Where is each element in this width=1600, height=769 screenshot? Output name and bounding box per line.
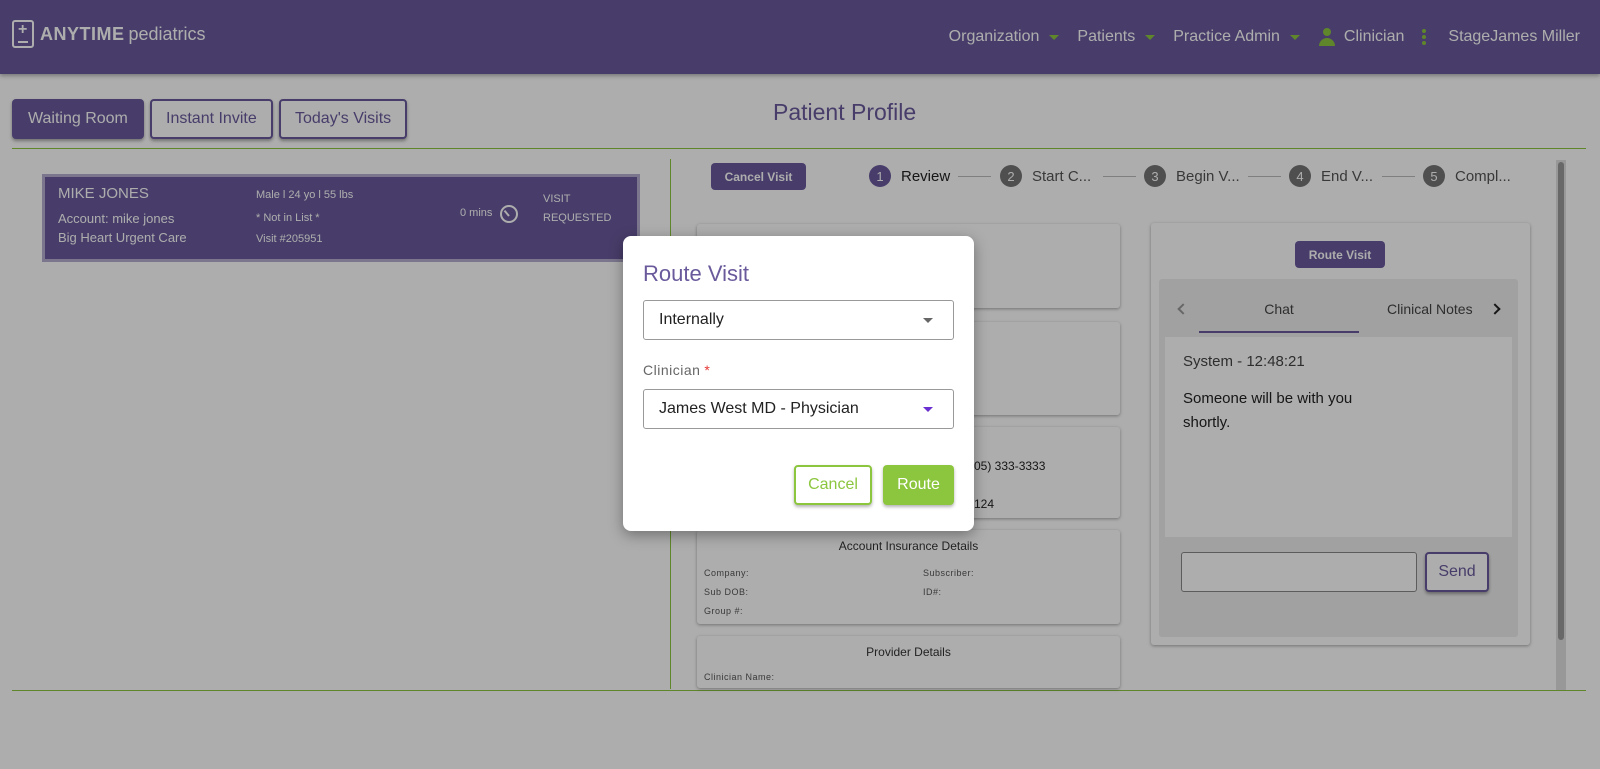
route-type-value: Internally [659, 311, 724, 328]
dialog-route-button[interactable]: Route [883, 465, 954, 505]
dropdown-arrow-icon [923, 407, 933, 412]
dialog-title: Route Visit [643, 261, 749, 286]
clinician-label-text: Clinician [643, 362, 701, 378]
clinician-select[interactable]: James West MD - Physician [643, 389, 954, 429]
clinician-field-label: Clinician * [643, 362, 710, 378]
required-marker: * [704, 362, 711, 378]
dialog-cancel-button[interactable]: Cancel [794, 465, 872, 505]
clinician-value: James West MD - Physician [659, 400, 859, 417]
route-type-select[interactable]: Internally [643, 300, 954, 340]
dropdown-arrow-icon [923, 318, 933, 323]
route-visit-dialog: Route Visit Internally Clinician * James … [623, 236, 974, 531]
